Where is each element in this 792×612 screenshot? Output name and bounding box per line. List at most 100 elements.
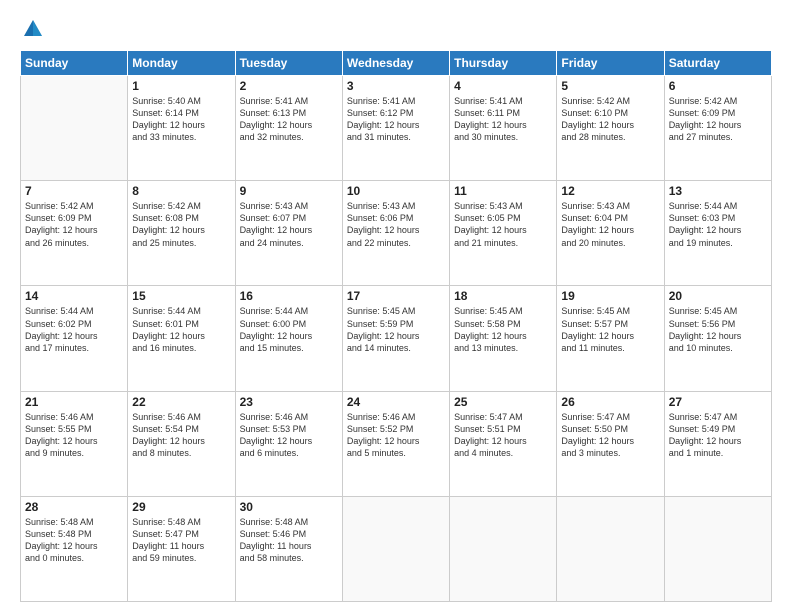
calendar-day-cell: 19Sunrise: 5:45 AM Sunset: 5:57 PM Dayli… <box>557 286 664 391</box>
calendar-day-cell <box>21 76 128 181</box>
header <box>20 18 772 40</box>
day-number: 2 <box>240 79 338 93</box>
day-number: 5 <box>561 79 659 93</box>
day-of-week-header: Friday <box>557 51 664 76</box>
calendar-header-row: SundayMondayTuesdayWednesdayThursdayFrid… <box>21 51 772 76</box>
calendar-day-cell: 17Sunrise: 5:45 AM Sunset: 5:59 PM Dayli… <box>342 286 449 391</box>
calendar-table: SundayMondayTuesdayWednesdayThursdayFrid… <box>20 50 772 602</box>
calendar-day-cell: 22 Sunrise: 5:46 AM Sunset: 5:54 PM Dayli… <box>128 391 235 496</box>
day-number: 15 <box>132 289 230 303</box>
day-of-week-header: Monday <box>128 51 235 76</box>
day-info: Sunrise: 5:44 AM Sunset: 6:03 PM Dayligh… <box>669 200 767 249</box>
day-info: Sunrise: 5:47 AM Sunset: 5:49 PM Dayligh… <box>669 411 767 460</box>
day-of-week-header: Wednesday <box>342 51 449 76</box>
day-number: 21 <box>25 395 123 409</box>
day-info: Sunrise: 5:45 AM Sunset: 5:56 PM Dayligh… <box>669 305 767 354</box>
day-of-week-header: Sunday <box>21 51 128 76</box>
day-info: Sunrise: 5:44 AM Sunset: 6:01 PM Dayligh… <box>132 305 230 354</box>
calendar-day-cell: 23 Sunrise: 5:46 AM Sunset: 5:53 PM Dayli… <box>235 391 342 496</box>
day-number: 29 <box>132 500 230 514</box>
day-info: Sunrise: 5:42 AM Sunset: 6:10 PM Dayligh… <box>561 95 659 144</box>
calendar-week-row: 21Sunrise: 5:46 AM Sunset: 5:55 PM Dayli… <box>21 391 772 496</box>
calendar-day-cell <box>664 496 771 601</box>
day-of-week-header: Saturday <box>664 51 771 76</box>
day-number: 30 <box>240 500 338 514</box>
calendar-day-cell: 26 Sunrise: 5:47 AM Sunset: 5:50 PM Dayli… <box>557 391 664 496</box>
day-info: Sunrise: 5:46 AM Sunset: 5:53 PM Dayligh… <box>240 411 338 460</box>
day-number: 24 <box>347 395 445 409</box>
calendar-day-cell: 27 Sunrise: 5:47 AM Sunset: 5:49 PM Dayli… <box>664 391 771 496</box>
day-number: 13 <box>669 184 767 198</box>
day-number: 26 <box>561 395 659 409</box>
calendar-day-cell <box>450 496 557 601</box>
day-info: Sunrise: 5:48 AM Sunset: 5:48 PM Dayligh… <box>25 516 123 565</box>
day-number: 14 <box>25 289 123 303</box>
logo-icon <box>22 18 44 40</box>
calendar-day-cell: 3 Sunrise: 5:41 AM Sunset: 6:12 PM Daylig… <box>342 76 449 181</box>
calendar-day-cell: 13 Sunrise: 5:44 AM Sunset: 6:03 PM Dayli… <box>664 181 771 286</box>
calendar-day-cell <box>342 496 449 601</box>
calendar-day-cell: 6 Sunrise: 5:42 AM Sunset: 6:09 PM Daylig… <box>664 76 771 181</box>
calendar-day-cell <box>557 496 664 601</box>
day-number: 12 <box>561 184 659 198</box>
day-number: 9 <box>240 184 338 198</box>
day-info: Sunrise: 5:47 AM Sunset: 5:51 PM Dayligh… <box>454 411 552 460</box>
day-number: 11 <box>454 184 552 198</box>
day-info: Sunrise: 5:42 AM Sunset: 6:09 PM Dayligh… <box>25 200 123 249</box>
day-info: Sunrise: 5:42 AM Sunset: 6:09 PM Dayligh… <box>669 95 767 144</box>
day-info: Sunrise: 5:48 AM Sunset: 5:47 PM Dayligh… <box>132 516 230 565</box>
calendar-week-row: 7 Sunrise: 5:42 AM Sunset: 6:09 PM Daylig… <box>21 181 772 286</box>
calendar-day-cell: 18 Sunrise: 5:45 AM Sunset: 5:58 PM Dayli… <box>450 286 557 391</box>
day-info: Sunrise: 5:44 AM Sunset: 6:02 PM Dayligh… <box>25 305 123 354</box>
calendar-day-cell: 12 Sunrise: 5:43 AM Sunset: 6:04 PM Dayli… <box>557 181 664 286</box>
calendar-day-cell: 8 Sunrise: 5:42 AM Sunset: 6:08 PM Daylig… <box>128 181 235 286</box>
day-info: Sunrise: 5:46 AM Sunset: 5:52 PM Dayligh… <box>347 411 445 460</box>
day-number: 18 <box>454 289 552 303</box>
day-info: Sunrise: 5:43 AM Sunset: 6:05 PM Dayligh… <box>454 200 552 249</box>
day-number: 16 <box>240 289 338 303</box>
calendar-week-row: 28Sunrise: 5:48 AM Sunset: 5:48 PM Dayli… <box>21 496 772 601</box>
day-number: 25 <box>454 395 552 409</box>
calendar-week-row: 1 Sunrise: 5:40 AM Sunset: 6:14 PM Daylig… <box>21 76 772 181</box>
day-number: 27 <box>669 395 767 409</box>
page: SundayMondayTuesdayWednesdayThursdayFrid… <box>0 0 792 612</box>
day-number: 4 <box>454 79 552 93</box>
day-number: 1 <box>132 79 230 93</box>
day-info: Sunrise: 5:40 AM Sunset: 6:14 PM Dayligh… <box>132 95 230 144</box>
calendar-day-cell: 4 Sunrise: 5:41 AM Sunset: 6:11 PM Daylig… <box>450 76 557 181</box>
calendar-day-cell: 10Sunrise: 5:43 AM Sunset: 6:06 PM Dayli… <box>342 181 449 286</box>
calendar-day-cell: 16Sunrise: 5:44 AM Sunset: 6:00 PM Dayli… <box>235 286 342 391</box>
calendar-day-cell: 28Sunrise: 5:48 AM Sunset: 5:48 PM Dayli… <box>21 496 128 601</box>
calendar-day-cell: 2 Sunrise: 5:41 AM Sunset: 6:13 PM Daylig… <box>235 76 342 181</box>
calendar-day-cell: 30Sunrise: 5:48 AM Sunset: 5:46 PM Dayli… <box>235 496 342 601</box>
calendar-day-cell: 1 Sunrise: 5:40 AM Sunset: 6:14 PM Daylig… <box>128 76 235 181</box>
day-info: Sunrise: 5:43 AM Sunset: 6:04 PM Dayligh… <box>561 200 659 249</box>
calendar-week-row: 14 Sunrise: 5:44 AM Sunset: 6:02 PM Dayli… <box>21 286 772 391</box>
day-number: 22 <box>132 395 230 409</box>
day-number: 8 <box>132 184 230 198</box>
calendar-day-cell: 5 Sunrise: 5:42 AM Sunset: 6:10 PM Daylig… <box>557 76 664 181</box>
day-info: Sunrise: 5:45 AM Sunset: 5:58 PM Dayligh… <box>454 305 552 354</box>
day-number: 6 <box>669 79 767 93</box>
day-of-week-header: Tuesday <box>235 51 342 76</box>
calendar-day-cell: 21Sunrise: 5:46 AM Sunset: 5:55 PM Dayli… <box>21 391 128 496</box>
calendar-day-cell: 29 Sunrise: 5:48 AM Sunset: 5:47 PM Dayli… <box>128 496 235 601</box>
calendar-day-cell: 7 Sunrise: 5:42 AM Sunset: 6:09 PM Daylig… <box>21 181 128 286</box>
day-info: Sunrise: 5:42 AM Sunset: 6:08 PM Dayligh… <box>132 200 230 249</box>
day-number: 7 <box>25 184 123 198</box>
day-info: Sunrise: 5:46 AM Sunset: 5:54 PM Dayligh… <box>132 411 230 460</box>
day-info: Sunrise: 5:43 AM Sunset: 6:06 PM Dayligh… <box>347 200 445 249</box>
day-info: Sunrise: 5:41 AM Sunset: 6:13 PM Dayligh… <box>240 95 338 144</box>
day-info: Sunrise: 5:43 AM Sunset: 6:07 PM Dayligh… <box>240 200 338 249</box>
logo <box>20 18 44 40</box>
day-number: 23 <box>240 395 338 409</box>
day-info: Sunrise: 5:45 AM Sunset: 5:57 PM Dayligh… <box>561 305 659 354</box>
day-info: Sunrise: 5:45 AM Sunset: 5:59 PM Dayligh… <box>347 305 445 354</box>
day-of-week-header: Thursday <box>450 51 557 76</box>
day-info: Sunrise: 5:41 AM Sunset: 6:12 PM Dayligh… <box>347 95 445 144</box>
day-number: 3 <box>347 79 445 93</box>
day-info: Sunrise: 5:41 AM Sunset: 6:11 PM Dayligh… <box>454 95 552 144</box>
day-info: Sunrise: 5:47 AM Sunset: 5:50 PM Dayligh… <box>561 411 659 460</box>
calendar-day-cell: 15 Sunrise: 5:44 AM Sunset: 6:01 PM Dayli… <box>128 286 235 391</box>
calendar-day-cell: 11 Sunrise: 5:43 AM Sunset: 6:05 PM Dayli… <box>450 181 557 286</box>
